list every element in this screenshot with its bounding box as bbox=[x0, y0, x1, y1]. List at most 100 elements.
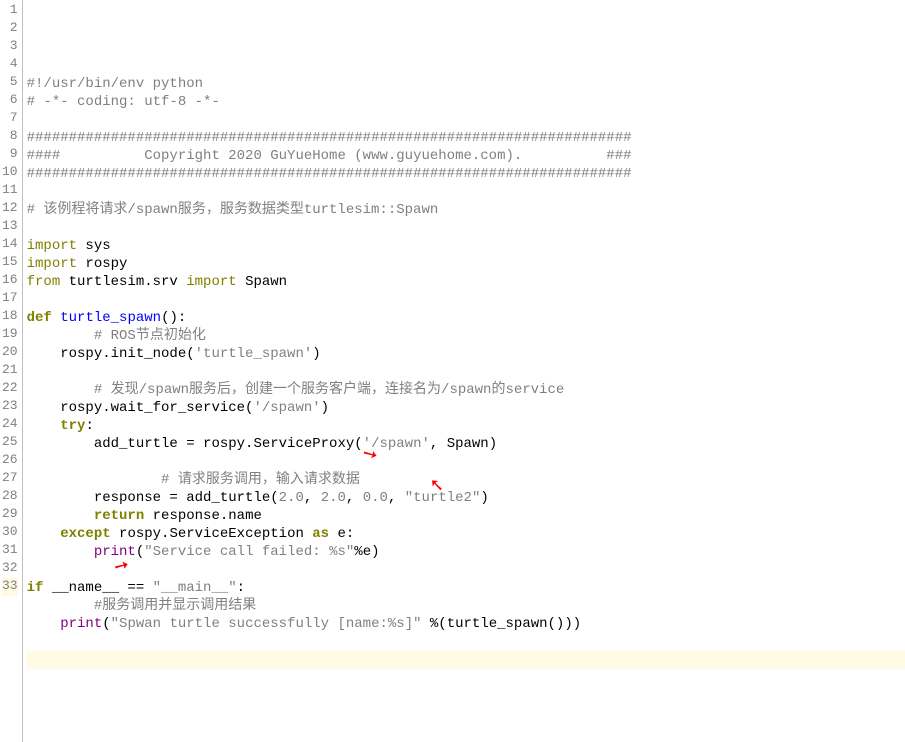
token-as: as bbox=[312, 526, 329, 542]
token-comment: # 发现/spawn服务后，创建一个服务客户端，连接名为/spawn的servi… bbox=[94, 382, 564, 398]
token-string: '/spawn' bbox=[253, 400, 320, 416]
token-name: rospy.wait_for_service( bbox=[27, 400, 254, 416]
token-number: 2.0 bbox=[321, 490, 346, 506]
token-name: rospy.init_node( bbox=[27, 346, 195, 362]
code-line[interactable]: # 该例程将请求/spawn服务，服务数据类型turtlesim::Spawn bbox=[27, 201, 905, 219]
token-name bbox=[27, 616, 61, 632]
token-name: , Spawn) bbox=[430, 436, 497, 452]
token-number: 2.0 bbox=[279, 490, 304, 506]
code-line[interactable] bbox=[27, 291, 905, 309]
code-line[interactable]: #### Copyright 2020 GuYueHome (www.guyue… bbox=[27, 147, 905, 165]
token-name bbox=[27, 472, 161, 488]
token-try: try bbox=[60, 418, 85, 434]
line-number: 17 bbox=[2, 290, 18, 308]
token-comment: ########################################… bbox=[27, 130, 632, 146]
code-line[interactable]: import rospy bbox=[27, 255, 905, 273]
code-line[interactable]: import sys bbox=[27, 237, 905, 255]
code-line[interactable] bbox=[27, 111, 905, 129]
token-name bbox=[27, 418, 61, 434]
code-line[interactable]: # ROS节点初始化 bbox=[27, 327, 905, 345]
token-name: add_turtle = rospy.ServiceProxy( bbox=[27, 436, 363, 452]
code-line[interactable]: add_turtle = rospy.ServiceProxy('/spawn'… bbox=[27, 435, 905, 453]
line-number: 28 bbox=[2, 488, 18, 506]
line-number: 19 bbox=[2, 326, 18, 344]
code-line[interactable]: except rospy.ServiceException as e: bbox=[27, 525, 905, 543]
line-number: 13 bbox=[2, 218, 18, 236]
code-editor-area[interactable]: ➘ ➘ ➘ #!/usr/bin/env python# -*- coding:… bbox=[23, 0, 905, 742]
code-line[interactable]: rospy.wait_for_service('/spawn') bbox=[27, 399, 905, 417]
token-builtin: print bbox=[60, 616, 102, 632]
token-builtin: print bbox=[94, 544, 136, 560]
line-number: 7 bbox=[2, 110, 18, 128]
line-number: 31 bbox=[2, 542, 18, 560]
token-string: "__main__" bbox=[153, 580, 237, 596]
token-name: ) bbox=[321, 400, 329, 416]
code-line[interactable]: # -*- coding: utf-8 -*- bbox=[27, 93, 905, 111]
code-line[interactable]: print("Spwan turtle successfully [name:%… bbox=[27, 615, 905, 633]
token-number: 0.0 bbox=[363, 490, 388, 506]
code-line[interactable] bbox=[27, 561, 905, 579]
code-line[interactable] bbox=[27, 453, 905, 471]
line-number: 18 bbox=[2, 308, 18, 326]
line-number-gutter: 1234567891011121314151617181920212223242… bbox=[0, 0, 23, 742]
line-number: 1 bbox=[2, 2, 18, 20]
line-number: 21 bbox=[2, 362, 18, 380]
code-line[interactable] bbox=[27, 633, 905, 651]
token-name: Spawn bbox=[237, 274, 287, 290]
line-number: 3 bbox=[2, 38, 18, 56]
code-line[interactable]: # 请求服务调用，输入请求数据 bbox=[27, 471, 905, 489]
code-line[interactable] bbox=[27, 183, 905, 201]
line-number: 15 bbox=[2, 254, 18, 272]
code-line[interactable]: #服务调用并显示调用结果 bbox=[27, 597, 905, 615]
code-line[interactable]: return response.name bbox=[27, 507, 905, 525]
token-comment: # -*- coding: utf-8 -*- bbox=[27, 94, 220, 110]
token-name: ) bbox=[312, 346, 320, 362]
line-number: 26 bbox=[2, 452, 18, 470]
token-string: "Service call failed: %s" bbox=[144, 544, 354, 560]
token-name: ( bbox=[136, 544, 144, 560]
token-name: response = add_turtle( bbox=[27, 490, 279, 506]
line-number: 9 bbox=[2, 146, 18, 164]
code-line[interactable] bbox=[27, 651, 905, 669]
line-number: 6 bbox=[2, 92, 18, 110]
line-number: 8 bbox=[2, 128, 18, 146]
token-except: except bbox=[60, 526, 110, 542]
code-line[interactable]: rospy.init_node('turtle_spawn') bbox=[27, 345, 905, 363]
line-number: 16 bbox=[2, 272, 18, 290]
token-name: : bbox=[85, 418, 93, 434]
token-name: ( bbox=[102, 616, 110, 632]
token-def: def bbox=[27, 310, 52, 326]
code-line[interactable] bbox=[27, 363, 905, 381]
code-line[interactable] bbox=[27, 219, 905, 237]
code-line[interactable]: print("Service call failed: %s"%e) bbox=[27, 543, 905, 561]
token-name bbox=[27, 544, 94, 560]
code-line[interactable]: def turtle_spawn(): bbox=[27, 309, 905, 327]
code-line[interactable]: #!/usr/bin/env python bbox=[27, 75, 905, 93]
token-name: rospy bbox=[77, 256, 127, 272]
code-line[interactable]: if __name__ == "__main__": bbox=[27, 579, 905, 597]
code-line[interactable]: ########################################… bbox=[27, 129, 905, 147]
code-line[interactable]: from turtlesim.srv import Spawn bbox=[27, 273, 905, 291]
line-number: 22 bbox=[2, 380, 18, 398]
token-name: e: bbox=[329, 526, 354, 542]
token-name: ) bbox=[480, 490, 488, 506]
token-comment: #服务调用并显示调用结果 bbox=[94, 598, 256, 614]
token-comment: # 该例程将请求/spawn服务，服务数据类型turtlesim::Spawn bbox=[27, 202, 439, 218]
token-name: %e) bbox=[354, 544, 379, 560]
line-number: 23 bbox=[2, 398, 18, 416]
token-string: "Spwan turtle successfully [name:%s]" bbox=[111, 616, 422, 632]
line-number: 2 bbox=[2, 20, 18, 38]
code-line[interactable]: response = add_turtle(2.0, 2.0, 0.0, "tu… bbox=[27, 489, 905, 507]
token-name: sys bbox=[77, 238, 111, 254]
line-number: 30 bbox=[2, 524, 18, 542]
token-name: , bbox=[346, 490, 363, 506]
code-line[interactable]: try: bbox=[27, 417, 905, 435]
code-line[interactable]: ########################################… bbox=[27, 165, 905, 183]
code-line[interactable]: # 发现/spawn服务后，创建一个服务客户端，连接名为/spawn的servi… bbox=[27, 381, 905, 399]
token-comment: ########################################… bbox=[27, 166, 632, 182]
token-return: return bbox=[94, 508, 144, 524]
token-string: "turtle2" bbox=[405, 490, 481, 506]
line-number: 32 bbox=[2, 560, 18, 578]
token-import: from bbox=[27, 274, 61, 290]
token-comment: #### Copyright 2020 GuYueHome (www.guyue… bbox=[27, 148, 632, 164]
